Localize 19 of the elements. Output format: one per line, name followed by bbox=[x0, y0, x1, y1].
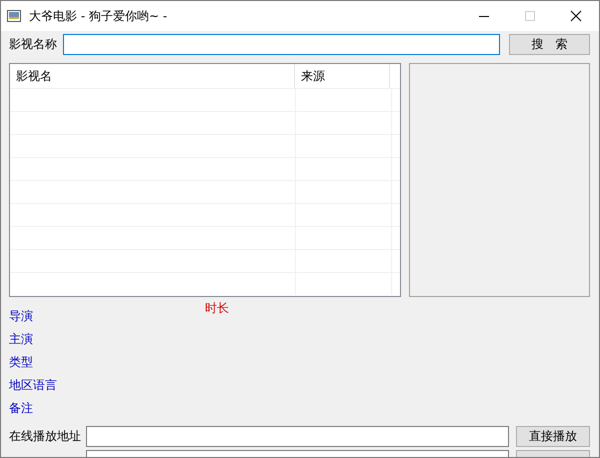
column-header[interactable]: 来源 bbox=[295, 64, 390, 88]
search-label: 影视名称 bbox=[9, 36, 57, 53]
maximize-icon bbox=[525, 11, 535, 21]
detail-label: 类型 bbox=[9, 355, 33, 370]
online-url-label: 在线播放地址 bbox=[9, 428, 82, 445]
search-button[interactable]: 搜 索 bbox=[509, 34, 590, 55]
search-field[interactable] bbox=[63, 34, 500, 55]
play-button[interactable]: 直接播放 bbox=[516, 426, 590, 447]
results-list[interactable]: 影视名 来源 bbox=[9, 63, 402, 297]
online-url-field[interactable] bbox=[86, 426, 510, 447]
detail-label: 备注 bbox=[9, 401, 33, 416]
window-title: 大爷电影 - 狗子爱你哟~ - bbox=[29, 8, 168, 24]
detail-label: 导演 bbox=[9, 309, 33, 324]
column-header[interactable]: 影视名 bbox=[10, 64, 295, 88]
app-icon bbox=[7, 10, 21, 22]
detail-label: 主演 bbox=[9, 332, 33, 347]
detail-label: 地区语言 bbox=[9, 378, 57, 393]
duration-label: 时长 bbox=[205, 301, 229, 315]
close-icon bbox=[570, 10, 582, 22]
